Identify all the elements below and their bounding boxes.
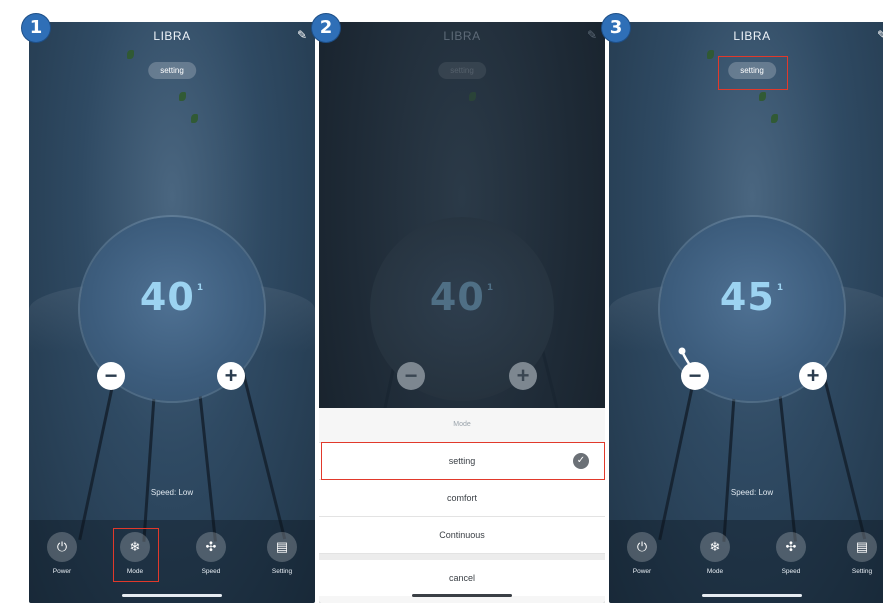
device-title: LIBRA [443,29,481,43]
bottom-toolbar: ⏻ Power ❄ Mode ✣ Speed ▤ Setting [29,520,315,603]
screen-1: ‹ LIBRA ✎ setting 401 − + Speed: Low ⏻ P… [29,22,315,603]
highlight-setting-option [321,442,605,480]
decrease-button[interactable]: − [681,362,709,390]
decrease-button[interactable]: − [97,362,125,390]
setting-button[interactable]: ▤ Setting [842,532,882,575]
power-button[interactable]: ⏻ Power [42,532,82,575]
edit-icon[interactable]: ✎ [877,28,883,42]
settings-icon: ▤ [267,532,297,562]
dial-value: 40 1 [429,275,495,319]
mode-action-sheet: Mode setting ✓ comfort Continuous cancel [319,408,605,603]
option-continuous[interactable]: Continuous [319,517,605,554]
increase-button[interactable]: + [799,362,827,390]
option-continuous-label: Continuous [439,530,485,540]
plant-leaf [771,114,778,123]
screen-2: LIBRA ✎ setting 40 1 − + Mode setting ✓ c… [319,22,605,603]
fan-icon: ✣ [776,532,806,562]
speed-button[interactable]: ✣ Speed [191,532,231,575]
home-indicator [412,594,512,597]
power-icon: ⏻ [47,532,77,562]
speed-label: Speed [201,568,221,575]
edit-icon[interactable]: ✎ [297,28,307,42]
setting-label: Setting [851,568,873,575]
dial-value: 40 1 [139,275,205,319]
power-button[interactable]: ⏻ Power [622,532,662,575]
mode-icon: ❄ [700,532,730,562]
speed-button[interactable]: ✣ Speed [771,532,811,575]
dial-unit: 1 [196,283,205,293]
power-label: Power [632,568,652,575]
plant-leaf [191,114,198,123]
device-title: LIBRA [153,29,191,43]
plant-leaf [707,50,714,59]
plant-leaf [127,50,134,59]
plant-leaf [759,92,766,101]
setting-label: Setting [271,568,293,575]
dial-unit: 1 [776,283,785,293]
mode-button[interactable]: ❄ Mode [695,532,735,575]
dial-value: 45 1 [719,275,785,319]
decrease-button[interactable]: − [397,362,425,390]
cancel-button[interactable]: cancel [319,560,605,596]
mode-badge[interactable]: setting [438,62,486,79]
home-indicator [122,594,222,597]
speed-status: Speed: Low [730,488,774,497]
plant-leaf [469,92,476,101]
power-label: Power [52,568,72,575]
mode-badge[interactable]: setting [148,62,196,79]
mode-label: Mode [706,568,724,575]
step-badge-3: 3 [602,14,630,42]
bottom-toolbar: ⏻ Power ❄ Mode ✣ Speed ▤ Setting [609,520,883,603]
setting-button[interactable]: ▤ Setting [262,532,302,575]
highlight-mode-button [113,528,159,582]
speed-label: Speed [781,568,801,575]
fan-icon: ✣ [196,532,226,562]
settings-icon: ▤ [847,532,877,562]
home-indicator [702,594,802,597]
device-title: LIBRA [733,29,771,43]
step-badge-2: 2 [312,14,340,42]
option-comfort-label: comfort [446,493,477,503]
increase-button[interactable]: + [509,362,537,390]
plant-leaf [179,92,186,101]
speed-status: Speed: Low [150,488,194,497]
sheet-title: Mode [319,408,605,443]
dial-unit: 1 [486,283,495,293]
option-comfort[interactable]: comfort [319,480,605,517]
edit-icon[interactable]: ✎ [587,28,597,42]
highlight-mode-badge [718,56,788,90]
increase-button[interactable]: + [217,362,245,390]
step-badge-1: 1 [22,14,50,42]
power-icon: ⏻ [627,532,657,562]
screen-3: LIBRA ✎ setting 45 1 − + Speed: Low ⏻ Pow… [609,22,883,603]
